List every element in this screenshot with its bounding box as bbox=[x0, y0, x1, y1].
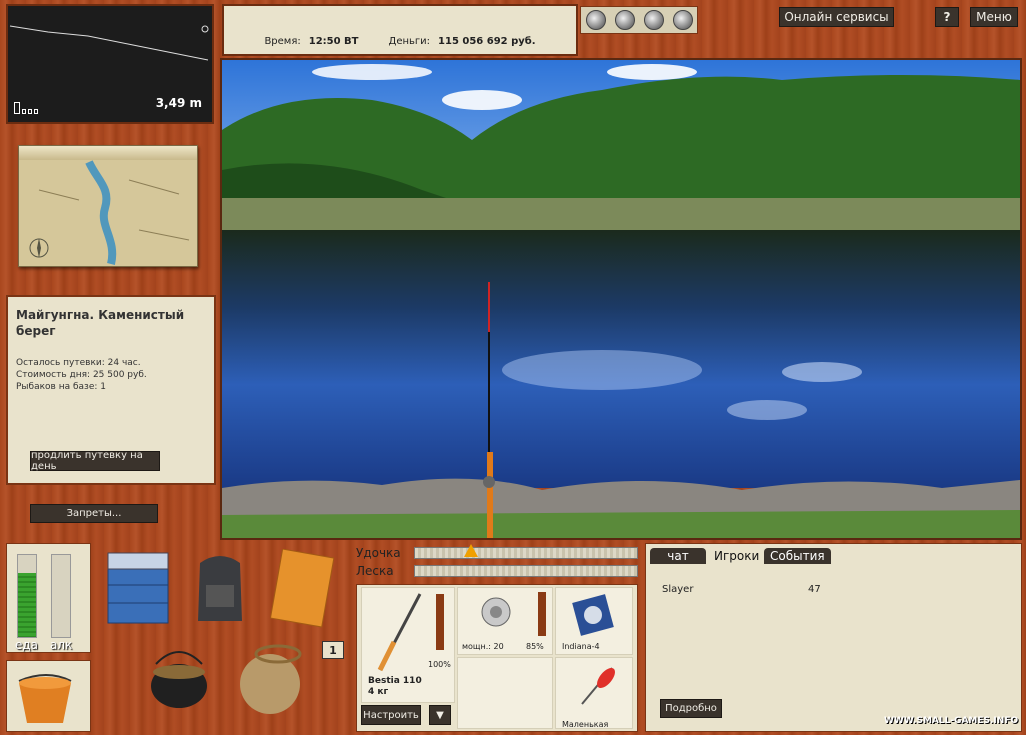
notebook-icon[interactable] bbox=[268, 549, 334, 629]
adjust-button[interactable]: Настроить bbox=[361, 705, 421, 725]
spinner-lure-icon bbox=[581, 667, 615, 705]
permit-remaining: Осталось путевки: 24 час. bbox=[16, 358, 141, 368]
menu-button[interactable]: Меню bbox=[970, 7, 1018, 27]
food-bar bbox=[17, 554, 37, 638]
bucket-icon bbox=[18, 674, 72, 723]
lure-name: Маленькая bbox=[562, 720, 609, 729]
map-scroll-top bbox=[19, 146, 197, 160]
depth-sonar: 3,49 m bbox=[6, 4, 214, 124]
reel-power: мощн.: 20 bbox=[462, 642, 504, 651]
tension-panel: Удочка Леска bbox=[356, 543, 638, 580]
location-info-panel: Майгунгна. Каменистый берег Осталось пут… bbox=[6, 295, 216, 485]
line-tension-bar bbox=[414, 565, 638, 577]
rod-item-icon bbox=[377, 593, 422, 672]
money-label: Деньги: bbox=[388, 35, 431, 47]
depth-value: 3,49 m bbox=[155, 96, 202, 110]
needs-panel: еда алк bbox=[6, 543, 91, 653]
tackle-box-icon[interactable] bbox=[104, 547, 172, 627]
food-label: еда bbox=[15, 638, 39, 652]
location-title: Майгунгна. Каменистый берег bbox=[16, 308, 185, 338]
reel-icon[interactable] bbox=[585, 10, 606, 30]
reel-slot[interactable]: мощн.: 20 85% bbox=[457, 587, 553, 655]
empty-slot[interactable] bbox=[457, 657, 553, 729]
bucket-slot[interactable] bbox=[6, 660, 91, 732]
tackle-panel: 100% Bestia 110 4 кг мощн.: 20 85% India… bbox=[356, 584, 638, 732]
dropdown-button[interactable]: ▼ bbox=[429, 705, 451, 725]
spinning-reel-icon bbox=[481, 597, 511, 627]
player-value: 47 bbox=[808, 584, 821, 595]
cooking-pot-icon[interactable] bbox=[146, 638, 212, 716]
money-value: 115 056 692 руб. bbox=[438, 35, 536, 47]
watermark: WWW.SMALL-GAMES.INFO bbox=[884, 716, 1019, 726]
reel-condition: 85% bbox=[526, 642, 544, 651]
alcohol-label: алк bbox=[50, 638, 73, 652]
backpack-icon[interactable] bbox=[192, 549, 248, 625]
location-map[interactable] bbox=[18, 145, 198, 267]
player-name[interactable]: Slayer bbox=[662, 584, 693, 595]
rod-condition: 100% bbox=[428, 660, 451, 669]
chat-panel: чат Игроки События Slayer 47 Подробно WW… bbox=[645, 543, 1022, 732]
fishing-line-spool-icon bbox=[572, 594, 614, 636]
item-count-badge[interactable]: 1 bbox=[322, 641, 344, 659]
day-cost: Стоимость дня: 25 500 руб. bbox=[16, 370, 147, 380]
online-services-button[interactable]: Онлайн сервисы bbox=[779, 7, 894, 27]
fishing-scene[interactable] bbox=[220, 58, 1022, 540]
status-bar: Время: 12:50 ВТ Деньги: 115 056 692 руб. bbox=[222, 4, 578, 56]
map-image bbox=[19, 160, 197, 266]
reel-icon[interactable] bbox=[672, 10, 693, 30]
alcohol-bar bbox=[51, 554, 71, 638]
lake-view bbox=[222, 60, 1020, 538]
tab-chat[interactable]: чат bbox=[650, 548, 706, 564]
tab-events[interactable]: События bbox=[764, 548, 831, 564]
line-slot[interactable]: Indiana-4 bbox=[555, 587, 633, 655]
bans-button[interactable]: Запреты... bbox=[30, 504, 158, 523]
tab-players[interactable]: Игроки bbox=[708, 548, 765, 564]
line-name: Indiana-4 bbox=[562, 642, 600, 651]
time-value: 12:50 ВТ bbox=[308, 35, 359, 47]
rod-tension-label: Удочка bbox=[356, 546, 401, 560]
warning-icon bbox=[463, 544, 478, 557]
reel-icon[interactable] bbox=[643, 10, 664, 30]
fishers-count: Рыбаков на базе: 1 bbox=[16, 382, 106, 392]
battery-icon bbox=[14, 102, 38, 114]
extend-permit-button[interactable]: продлить путевку на день bbox=[30, 450, 160, 472]
lure-slot[interactable]: Маленькая bbox=[555, 657, 633, 729]
reel-slots bbox=[580, 6, 698, 34]
rod-tension-bar bbox=[414, 544, 638, 559]
reel-icon[interactable] bbox=[614, 10, 635, 30]
time-label: Время: bbox=[264, 35, 301, 47]
rod-name: Bestia 110 bbox=[368, 676, 422, 686]
float-marker-icon bbox=[201, 25, 209, 33]
rod-condition-bar bbox=[436, 594, 444, 650]
fishing-rod-icon[interactable] bbox=[477, 282, 507, 538]
rod-slot[interactable]: 100% Bestia 110 4 кг bbox=[361, 587, 455, 703]
line-tension-label: Леска bbox=[356, 564, 394, 578]
fish-keepnet-icon[interactable] bbox=[232, 640, 308, 720]
rod-weight: 4 кг bbox=[368, 687, 389, 697]
details-button[interactable]: Подробно bbox=[660, 699, 722, 718]
help-button[interactable]: ? bbox=[935, 7, 959, 27]
reel-condition-bar bbox=[538, 592, 546, 636]
